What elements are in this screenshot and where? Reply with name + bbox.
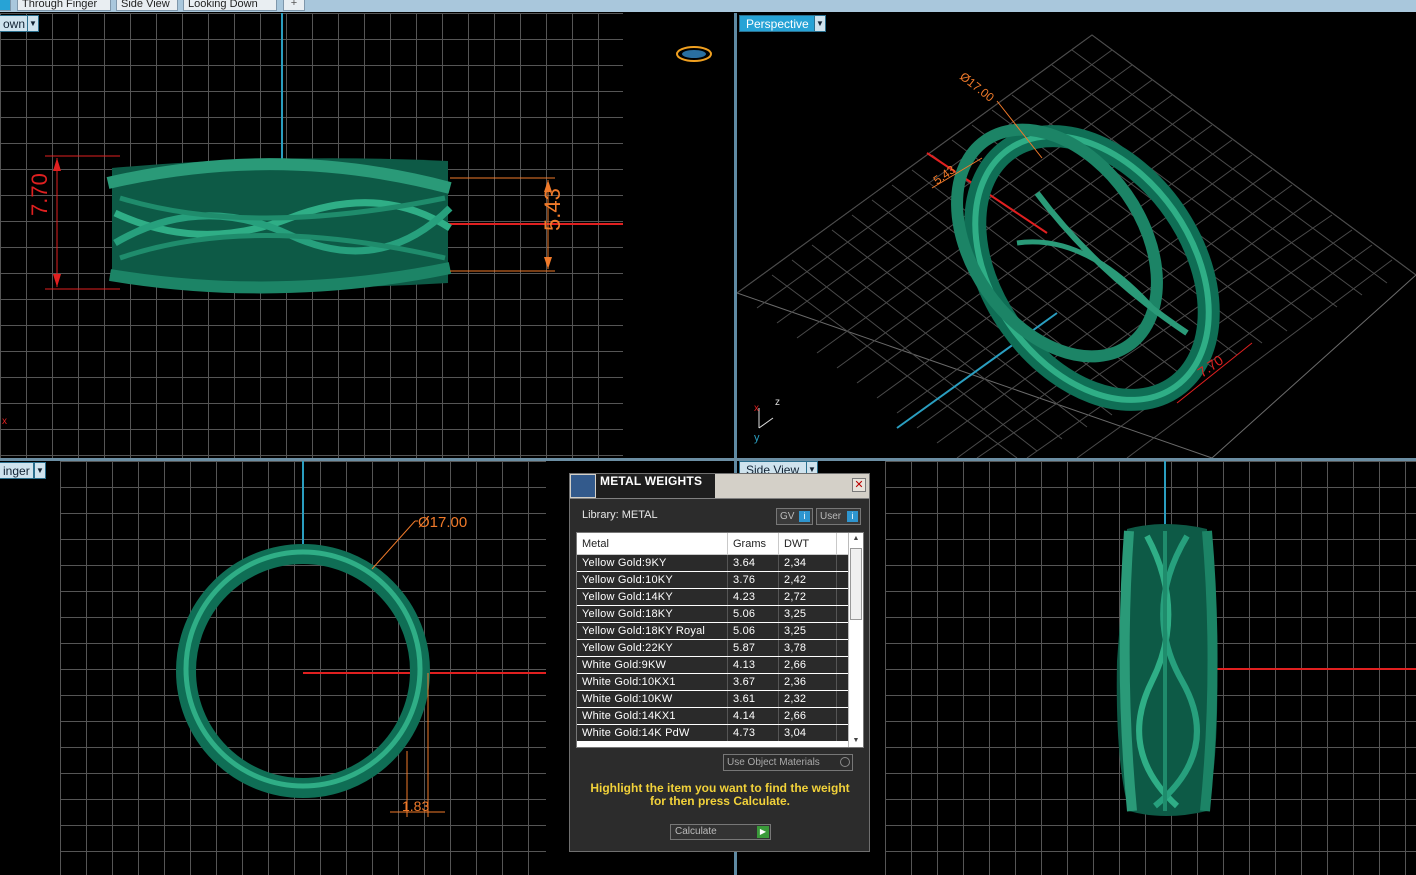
thickness-dimension: 1.83 — [402, 798, 429, 814]
dialog-title: METAL WEIGHTS — [600, 474, 703, 488]
viewport-looking-down[interactable]: 7.70 5.43 x own ▼ — [0, 13, 734, 458]
view-tab-bar: Through Finger Side View Looking Down + — [0, 0, 1416, 12]
viewport-dropdown-perspective[interactable]: ▼ — [814, 15, 826, 32]
app-logo-icon — [571, 475, 595, 497]
dwt-cell: 3,25 — [778, 605, 837, 623]
scroll-down-icon[interactable]: ▼ — [849, 735, 863, 747]
tab-through-finger[interactable]: Through Finger — [17, 0, 111, 11]
width-dimension: 5.43 — [540, 188, 565, 231]
dwt-cell: 3,04 — [778, 724, 837, 742]
column-header-dwt[interactable]: DWT — [778, 533, 837, 555]
column-header-grams[interactable]: Grams — [727, 533, 779, 555]
table-row[interactable]: White Gold:14K PdW 4.73 3,04 — [577, 724, 851, 742]
info-icon: i — [799, 511, 810, 522]
metal-table: Metal Grams DWT Yellow Gold:9KY 3.64 2,34 Y… — [576, 532, 864, 748]
diameter-dimension: Ø17.00 — [418, 514, 467, 531]
grams-cell: 5.06 — [727, 622, 779, 640]
viewport-dropdown[interactable]: ▼ — [27, 15, 39, 32]
use-object-materials-toggle[interactable]: Use Object Materials — [723, 754, 853, 771]
library-label: Library: METAL — [582, 509, 658, 521]
dwt-cell: 2,42 — [778, 571, 837, 589]
metal-cell: White Gold:10KW — [577, 690, 728, 708]
table-row[interactable]: White Gold:14KX1 4.14 2,66 — [577, 707, 851, 725]
viewport-label-through-finger[interactable]: inger — [0, 462, 34, 479]
radio-icon — [840, 757, 850, 767]
grams-cell: 3.61 — [727, 690, 779, 708]
dwt-cell: 2,36 — [778, 673, 837, 691]
table-row[interactable]: White Gold:10KX1 3.67 2,36 — [577, 673, 851, 691]
table-scrollbar[interactable]: ▲ ▼ — [848, 533, 863, 747]
axis-x-label: x — [2, 416, 7, 427]
dwt-cell: 3,25 — [778, 622, 837, 640]
calculate-button[interactable]: Calculate ▶ — [670, 824, 771, 840]
metal-cell: White Gold:14KX1 — [577, 707, 728, 725]
info-icon: i — [847, 511, 858, 522]
dwt-cell: 3,78 — [778, 639, 837, 657]
scroll-up-icon[interactable]: ▲ — [849, 533, 863, 545]
grams-cell: 4.14 — [727, 707, 779, 725]
dwt-cell: 2,34 — [778, 554, 837, 572]
tab-looking-down[interactable]: Looking Down — [183, 0, 277, 11]
close-icon[interactable]: ✕ — [852, 478, 866, 492]
gv-toggle[interactable]: GV i — [776, 508, 813, 525]
perspective-diameter: Ø17.00 — [957, 69, 997, 104]
add-tab-button[interactable]: + — [283, 0, 305, 11]
metal-weights-dialog: METAL WEIGHTS ✕ Library: METAL GV i User i… — [569, 473, 870, 852]
metal-cell: Yellow Gold:10KY — [577, 571, 728, 589]
table-row[interactable]: Yellow Gold:9KY 3.64 2,34 — [577, 554, 851, 572]
metal-cell: Yellow Gold:18KY Royal — [577, 622, 728, 640]
dwt-cell: 2,32 — [778, 690, 837, 708]
grams-cell: 3.64 — [727, 554, 779, 572]
column-header-metal[interactable]: Metal — [577, 533, 728, 555]
viewport-label[interactable]: own — [0, 15, 28, 32]
viewport-label-perspective[interactable]: Perspective — [739, 15, 815, 32]
axis-y-label: y — [754, 432, 760, 444]
user-toggle[interactable]: User i — [816, 508, 861, 525]
scroll-thumb[interactable] — [850, 548, 862, 620]
table-row[interactable]: Yellow Gold:22KY 5.87 3,78 — [577, 639, 851, 657]
table-row[interactable]: White Gold:9KW 4.13 2,66 — [577, 656, 851, 674]
metal-cell: White Gold:10KX1 — [577, 673, 728, 691]
axis-z-label: z — [775, 397, 780, 408]
grams-cell: 4.73 — [727, 724, 779, 742]
metal-cell: Yellow Gold:18KY — [577, 605, 728, 623]
table-row[interactable]: Yellow Gold:18KY Royal 5.06 3,25 — [577, 622, 851, 640]
grams-cell: 3.67 — [727, 673, 779, 691]
dwt-cell: 2,72 — [778, 588, 837, 606]
height-dimension: 7.70 — [27, 173, 52, 216]
dwt-cell: 2,66 — [778, 656, 837, 674]
grams-cell: 5.06 — [727, 605, 779, 623]
tab-side-view[interactable]: Side View — [116, 0, 178, 11]
grams-cell: 3.76 — [727, 571, 779, 589]
tab-current[interactable] — [0, 0, 11, 11]
table-row[interactable]: Yellow Gold:14KY 4.23 2,72 — [577, 588, 851, 606]
dialog-titlebar[interactable]: METAL WEIGHTS ✕ — [570, 474, 869, 499]
table-row[interactable]: White Gold:10KW 3.61 2,32 — [577, 690, 851, 708]
instruction-text: Highlight the item you want to find the … — [590, 781, 850, 808]
metal-cell: White Gold:9KW — [577, 656, 728, 674]
metal-cell: White Gold:14K PdW — [577, 724, 728, 742]
grams-cell: 4.23 — [727, 588, 779, 606]
dwt-cell: 2,66 — [778, 707, 837, 725]
table-row[interactable]: Yellow Gold:10KY 3.76 2,42 — [577, 571, 851, 589]
metal-cell: Yellow Gold:14KY — [577, 588, 728, 606]
play-icon: ▶ — [757, 826, 769, 838]
viewport-dropdown-through-finger[interactable]: ▼ — [34, 462, 46, 479]
axis-x-label-persp: x — [754, 403, 759, 414]
table-row[interactable]: Yellow Gold:18KY 5.06 3,25 — [577, 605, 851, 623]
grams-cell: 4.13 — [727, 656, 779, 674]
grams-cell: 5.87 — [727, 639, 779, 657]
metal-cell: Yellow Gold:9KY — [577, 554, 728, 572]
viewport-perspective[interactable]: Ø17.00 5.43 7.70 z x y Perspective ▼ — [737, 13, 1416, 458]
metal-cell: Yellow Gold:22KY — [577, 639, 728, 657]
